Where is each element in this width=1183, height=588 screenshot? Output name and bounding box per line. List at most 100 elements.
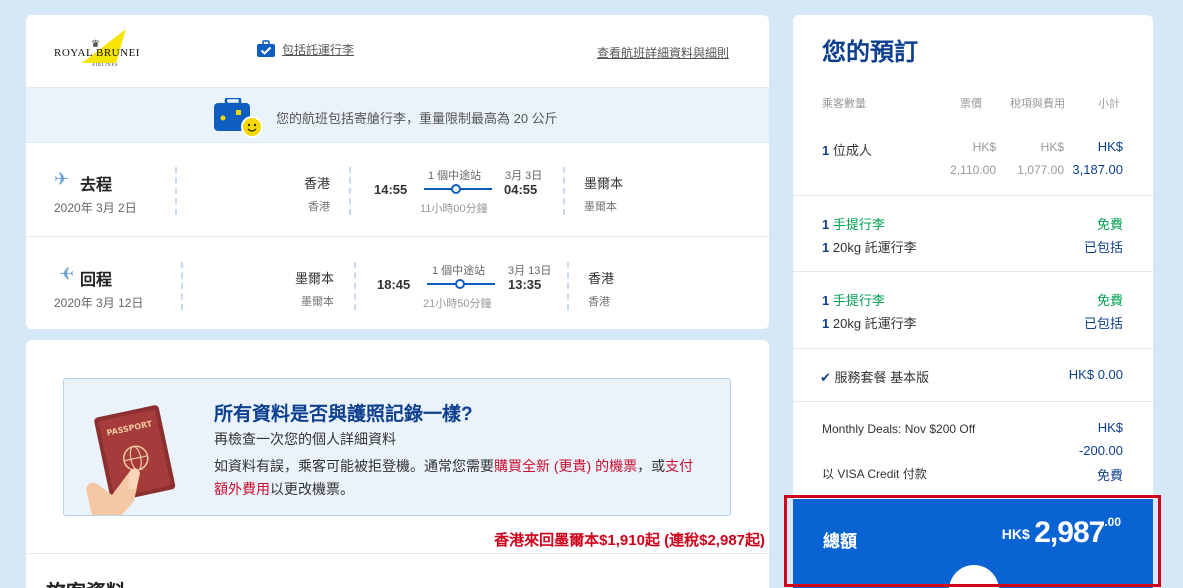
subtotal-currency: HK$	[1097, 139, 1123, 154]
arrival-date: 3月 3日	[505, 170, 543, 182]
adult-label: 位成人	[832, 143, 872, 158]
fare-currency: HK$	[972, 140, 996, 154]
promo-price-text: 香港來回墨爾本$1,910起 (連稅$2,987起)	[494, 532, 765, 549]
hand-baggage-row: 1 手提行李	[822, 290, 885, 309]
leg-title: 回程	[80, 272, 113, 289]
divider	[563, 167, 565, 215]
highlight-box	[784, 495, 1161, 587]
stops-label: 1 個中途站	[428, 170, 482, 182]
leg-date: 2020年 3月 12日	[54, 296, 144, 310]
origin-city-name: 香港	[303, 176, 330, 191]
destination-city-name: 香港	[588, 271, 615, 286]
passport-notice-title: 所有資料是否與護照記錄一樣?	[214, 404, 473, 425]
divider	[349, 167, 351, 215]
passport-notice-subtitle: 再檢查一次您的個人詳細資料	[214, 431, 396, 447]
checked-baggage-row: 1 20kg 託運行李	[822, 313, 917, 332]
booking-title: 您的預訂	[822, 39, 918, 66]
subtotal-amount: 3,187.00	[1072, 162, 1123, 177]
divider	[793, 271, 1153, 272]
passenger-details-card: PASSPORT 所有資料是否與護照記錄一樣? 再檢查一次您的個人詳細資料 如資…	[26, 340, 769, 588]
checkmark-icon: ✔	[820, 370, 831, 385]
destination-city: 香港 香港	[588, 268, 668, 309]
fare-header: 票價	[960, 98, 982, 110]
subtotal-header: 小計	[1098, 98, 1120, 110]
origin-city-sub: 墨爾本	[301, 296, 334, 308]
plane-departure-icon: ✈	[54, 169, 70, 189]
departure-time: 14:55	[374, 182, 408, 197]
arrival-date: 3月 13日	[508, 265, 552, 277]
plane-return-icon: ✈	[58, 264, 74, 284]
baggage-banner: 您的航班包括寄艙行李，重量限制最高為 20 公斤	[26, 87, 769, 143]
departure-time: 18:45	[377, 277, 411, 292]
payment-value: 免費	[1096, 468, 1123, 483]
notice-text: 以更改機票。	[270, 481, 354, 497]
divider	[175, 167, 177, 215]
flight-summary-card: ♛ ROYAL BRUNEI AIRLINES 包括託運行李 查看航班詳細資料與…	[26, 15, 769, 329]
divider	[793, 348, 1153, 349]
tax-amount: 1,077.00	[1017, 163, 1064, 177]
return-leg: ✈ 回程 2020年 3月 12日 墨爾本 墨爾本 18:45 1 個中途站 2…	[26, 238, 769, 329]
baggage-banner-text: 您的航班包括寄艙行李，重量限制最高為 20 公斤	[276, 111, 558, 126]
origin-city: 墨爾本 墨爾本	[274, 268, 334, 309]
arrival-time: 13:35	[508, 277, 542, 292]
tax-currency: HK$	[1040, 140, 1064, 154]
flight-details-link[interactable]: 查看航班詳細資料與細則	[597, 44, 729, 61]
traveler-info-title: 旅客資料	[46, 576, 126, 588]
passport-notice-body: 如資料有誤，乘客可能被拒登機。通常您需要購買全新 (更貴) 的機票，或支付額外費…	[214, 455, 704, 501]
service-package-value: HK$ 0.00	[1068, 367, 1123, 382]
checked-baggage-count: 1	[822, 316, 830, 331]
notice-text: ，或	[637, 458, 666, 474]
flight-header: ♛ ROYAL BRUNEI AIRLINES 包括託運行李 查看航班詳細資料與…	[26, 15, 769, 87]
section-divider	[26, 553, 769, 554]
checked-baggage-row: 1 20kg 託運行李	[822, 237, 917, 256]
divider	[181, 262, 183, 310]
luggage-check-icon	[257, 40, 275, 57]
destination-city-sub: 墨爾本	[584, 201, 617, 213]
passport-icon: PASSPORT	[86, 405, 176, 515]
duration: 21小時50分鐘	[423, 298, 492, 310]
payment-label: 以 VISA Credit 付款	[822, 467, 927, 481]
notice-warning-text: 購買全新 (更貴) 的機票	[494, 458, 638, 474]
hand-baggage-row: 1 手提行李	[822, 214, 885, 233]
deal-value: -200.00	[1078, 443, 1123, 458]
notice-text: 如資料有誤，乘客可能被拒登機。通常您需要	[214, 458, 494, 474]
fare-amount: 2,110.00	[950, 163, 996, 177]
outbound-leg: ✈ 去程 2020年 3月 2日 香港 香港 14:55 1 個中途站 11小時…	[26, 143, 769, 237]
stops-label: 1 個中途站	[432, 265, 486, 277]
stopover-dot	[455, 279, 465, 289]
service-package-label: 服務套餐 基本版	[834, 370, 930, 385]
stopover-dot	[451, 184, 461, 194]
hand-baggage-label: 手提行李	[832, 217, 885, 232]
deal-label: Monthly Deals: Nov $200 Off	[822, 422, 976, 436]
destination-city: 墨爾本 墨爾本	[584, 173, 664, 214]
hand-baggage-count: 1	[822, 293, 830, 308]
hand-baggage-value: 免費	[1096, 293, 1123, 308]
divider	[793, 401, 1153, 402]
airline-name: ROYAL BRUNEI	[54, 47, 140, 59]
deal-currency: HK$	[1097, 420, 1123, 435]
arrival-time: 04:55	[504, 182, 538, 197]
destination-city-sub: 香港	[588, 296, 610, 308]
leg-date: 2020年 3月 2日	[54, 201, 137, 215]
destination-city-name: 墨爾本	[584, 176, 624, 191]
checked-baggage-label: 20kg 託運行李	[832, 240, 917, 255]
adult-count: 1	[822, 143, 830, 158]
passport-notice: PASSPORT 所有資料是否與護照記錄一樣? 再檢查一次您的個人詳細資料 如資…	[63, 378, 731, 516]
baggage-included-link[interactable]: 包括託運行李	[256, 40, 354, 58]
hand-baggage-label: 手提行李	[832, 293, 885, 308]
checked-baggage-count: 1	[822, 240, 830, 255]
duration: 11小時00分鐘	[420, 203, 488, 215]
hand-baggage-count: 1	[822, 217, 830, 232]
divider	[567, 262, 569, 310]
checked-baggage-value: 已包括	[1083, 316, 1123, 331]
baggage-included-label: 包括託運行李	[282, 42, 355, 57]
divider	[793, 195, 1153, 196]
checked-baggage-value: 已包括	[1083, 240, 1123, 255]
checked-baggage-label: 20kg 託運行李	[832, 316, 917, 331]
taxes-header: 稅項與費用	[1010, 98, 1065, 110]
hand-baggage-value: 免費	[1096, 217, 1123, 232]
airline-subname: AIRLINES	[92, 62, 119, 67]
leg-title: 去程	[80, 177, 113, 194]
suitcase-smile-icon	[214, 98, 263, 138]
divider	[354, 262, 356, 310]
